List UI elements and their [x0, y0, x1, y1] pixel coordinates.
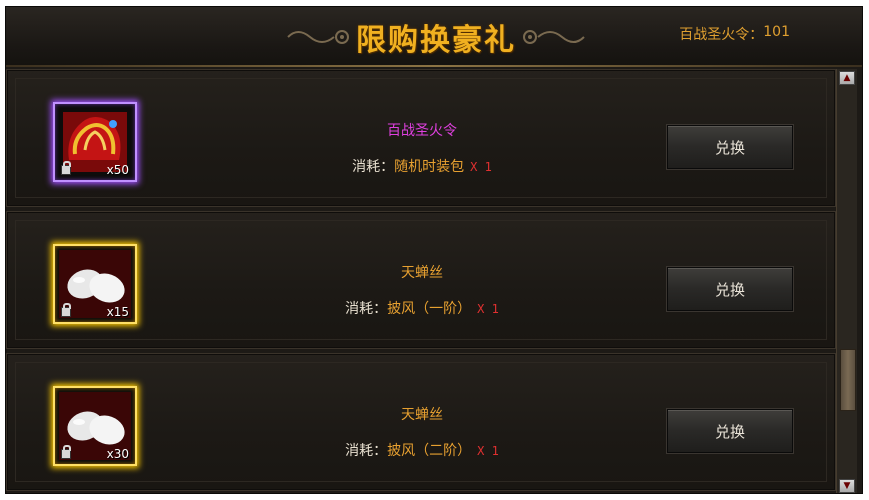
item-slot[interactable]: x15 — [47, 240, 143, 328]
reward-row: x30 天蝉丝 消耗：披风（二阶） X 1 兑换 — [6, 353, 836, 491]
currency-label: 百战圣火令： — [679, 27, 764, 43]
reward-row: x50 百战圣火令 消耗：随机时装包 X 1 兑换 — [6, 69, 836, 207]
item-name: 百战圣火令 — [387, 123, 457, 139]
item-quantity: x30 — [106, 447, 129, 461]
scroll-thumb[interactable] — [840, 349, 856, 411]
item-slot[interactable]: x30 — [47, 382, 143, 470]
cost-multiplier: X 1 — [477, 444, 499, 458]
cost-label: 消耗： — [352, 159, 395, 175]
scroll-up-button[interactable]: ▲ — [839, 71, 855, 85]
item-name: 天蝉丝 — [401, 407, 443, 423]
reward-row: x15 天蝉丝 消耗：披风（一阶） X 1 兑换 — [6, 211, 836, 349]
item-quantity: x50 — [106, 163, 129, 177]
item-slot[interactable]: x50 — [47, 98, 143, 186]
scroll-down-button[interactable]: ▼ — [839, 479, 855, 493]
cost-multiplier: X 1 — [477, 302, 499, 316]
cost-line: 消耗：披风（一阶） X 1 — [307, 298, 537, 318]
exchange-button[interactable]: 兑换 — [667, 409, 793, 453]
cost-multiplier: X 1 — [470, 160, 492, 174]
cost-line: 消耗：披风（二阶） X 1 — [307, 440, 537, 460]
panel-header: 限购换豪礼 百战圣火令： 101 — [6, 7, 862, 67]
currency-display: 百战圣火令： 101 — [679, 24, 790, 44]
currency-value: 101 — [763, 24, 790, 40]
lock-icon — [61, 445, 71, 459]
arrow-down-icon: ▼ — [843, 480, 851, 491]
cost-item: 披风（一阶） — [387, 301, 472, 317]
item-frame: x50 — [53, 102, 137, 182]
cost-label: 消耗： — [345, 443, 388, 459]
cost-label: 消耗： — [345, 301, 388, 317]
lock-icon — [61, 303, 71, 317]
exchange-panel: 限购换豪礼 百战圣火令： 101 x50 百战圣火令 消耗：随机时装包 X 1 … — [5, 6, 863, 494]
scrollbar[interactable]: ▲ ▼ — [836, 69, 857, 493]
cost-item: 随机时装包 — [394, 159, 465, 175]
page-title: 限购换豪礼 — [356, 23, 516, 58]
cost-line: 消耗：随机时装包 X 1 — [307, 156, 537, 176]
item-frame: x15 — [53, 244, 137, 324]
lock-icon — [61, 161, 71, 175]
header-divider — [6, 65, 862, 67]
item-name: 天蝉丝 — [401, 265, 443, 281]
item-frame: x30 — [53, 386, 137, 466]
arrow-up-icon: ▲ — [843, 72, 851, 83]
right-ornament-icon — [523, 30, 585, 44]
exchange-button[interactable]: 兑换 — [667, 125, 793, 169]
cost-item: 披风（二阶） — [387, 443, 472, 459]
item-quantity: x15 — [106, 305, 129, 319]
exchange-button[interactable]: 兑换 — [667, 267, 793, 311]
reward-list: x50 百战圣火令 消耗：随机时装包 X 1 兑换 x15 天蝉丝 消耗：披风（… — [6, 69, 836, 493]
